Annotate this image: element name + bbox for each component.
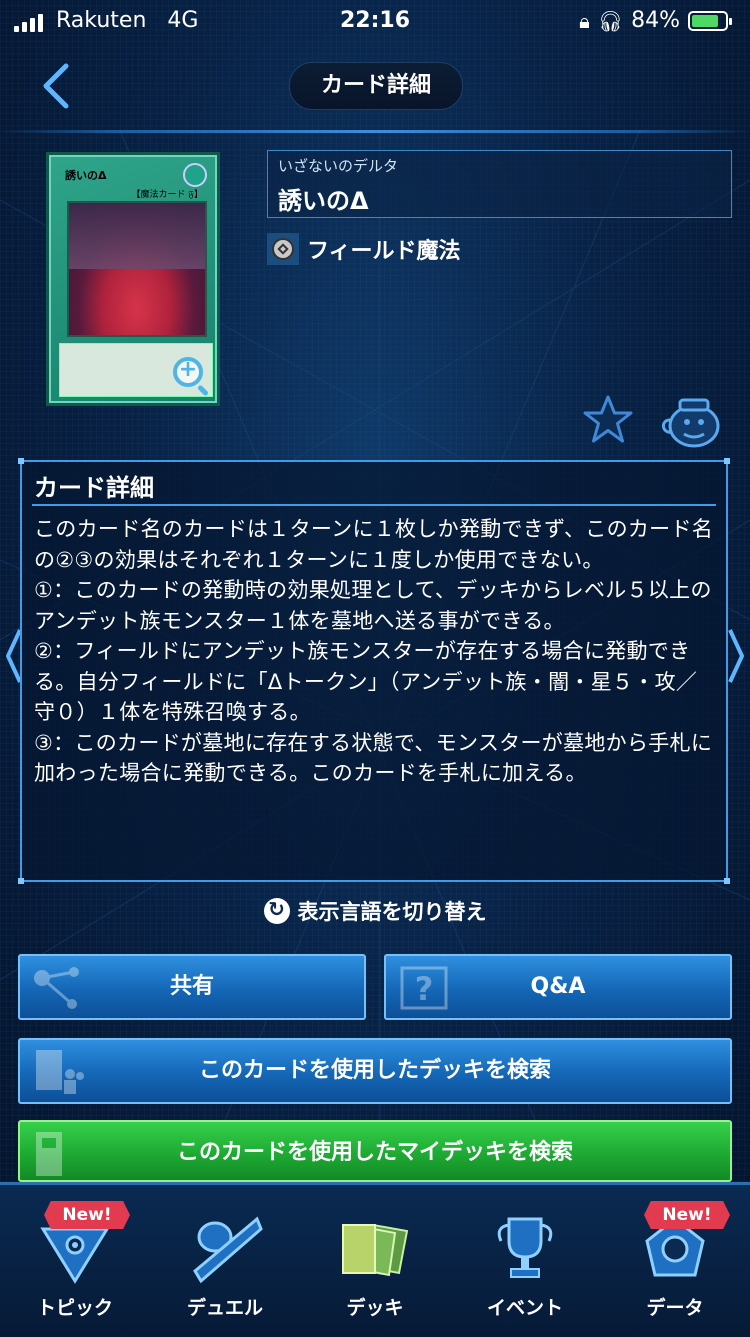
header-divider: [0, 130, 750, 133]
tab-duel[interactable]: デュエル: [150, 1185, 300, 1337]
duel-disk-icon: [193, 1216, 263, 1284]
detail-heading: カード詳細: [34, 474, 154, 502]
status-bar: Rakuten 4G 22:16 🔒︎ 🎧︎ 84%: [0, 0, 750, 44]
page-title: カード詳細: [289, 62, 463, 110]
card-art-name: 誘いのΔ: [65, 169, 107, 182]
tab-data-label: データ: [646, 1297, 704, 1319]
search-decks-button[interactable]: このカードを使用したデッキを検索: [18, 1038, 732, 1104]
tab-events-label: イベント: [486, 1297, 563, 1319]
card-name: 誘いのΔ: [278, 187, 369, 215]
card-artwork: [67, 201, 207, 337]
tab-topics-label: トピック: [36, 1297, 113, 1319]
tab-duel-label: デュエル: [186, 1297, 263, 1319]
new-badge: New!: [44, 1201, 130, 1229]
card-art-type-line: 【魔法カード 𝔉】: [131, 190, 203, 200]
spell-attribute-icon: [183, 163, 207, 187]
card-effect-text: このカード名のカードは１ターンに１枚しか発動できず、このカード名の②③の効果はそ…: [34, 517, 714, 785]
card-name-ruby: いざないのデルタ: [278, 157, 399, 175]
deck-cards-icon: [342, 1223, 409, 1277]
field-spell-icon: [267, 233, 299, 265]
favorite-star-icon[interactable]: [580, 394, 636, 446]
question-icon: ?: [400, 966, 448, 1010]
new-badge: New!: [644, 1201, 730, 1229]
orientation-lock-icon: 🔒︎: [579, 8, 590, 33]
svg-text:?: ?: [415, 970, 434, 1008]
share-icon: [34, 967, 79, 1009]
search-my-decks-button[interactable]: このカードを使用したマイデッキを検索: [18, 1120, 732, 1182]
card-name-panel: いざないのデルタ 誘いのΔ: [267, 150, 732, 218]
card-type-row: フィールド魔法: [267, 232, 461, 266]
share-button[interactable]: 共有: [18, 954, 366, 1020]
zoom-magnifier-icon[interactable]: +: [173, 357, 203, 387]
tab-events[interactable]: イベント: [450, 1185, 600, 1337]
battery-percent: 84%: [631, 8, 680, 33]
share-button-label: 共有: [169, 974, 214, 999]
tab-topics[interactable]: New! トピック: [0, 1185, 150, 1337]
card-image[interactable]: 誘いのΔ 【魔法カード 𝔉】 +: [46, 152, 220, 406]
tab-data[interactable]: New! データ: [600, 1185, 750, 1337]
back-chevron-icon[interactable]: [36, 62, 76, 110]
battery-icon: [688, 10, 732, 31]
headphones-icon: 🎧︎: [597, 8, 624, 33]
tab-deck[interactable]: デッキ: [300, 1185, 450, 1337]
language-switch-icon: [263, 897, 290, 924]
qa-button[interactable]: ? Q&A: [384, 954, 732, 1020]
detail-divider: [32, 504, 716, 506]
card-detail-panel: カード詳細 このカード名のカードは１ターンに１枚しか発動できず、このカード名の②…: [18, 458, 730, 884]
trophy-icon: [497, 1217, 553, 1278]
deck-people-icon: [36, 1050, 84, 1094]
next-card-arrow-icon[interactable]: [726, 626, 746, 686]
qa-button-label: Q&A: [530, 974, 586, 999]
language-toggle-label: 表示言語を切り替え: [297, 900, 487, 924]
search-my-decks-button-label: このカードを使用したマイデッキを検索: [176, 1140, 573, 1165]
tab-deck-label: デッキ: [346, 1297, 404, 1319]
bottom-tab-bar: New! トピック デュエル デッキ イベント New! データ: [0, 1182, 750, 1337]
language-toggle[interactable]: 表示言語を切り替え: [0, 896, 750, 926]
card-type-label: フィールド魔法: [307, 239, 461, 264]
my-deck-icon: [36, 1132, 62, 1176]
pot-of-greed-icon[interactable]: [660, 394, 724, 450]
search-decks-button-label: このカードを使用したデッキを検索: [198, 1058, 551, 1083]
